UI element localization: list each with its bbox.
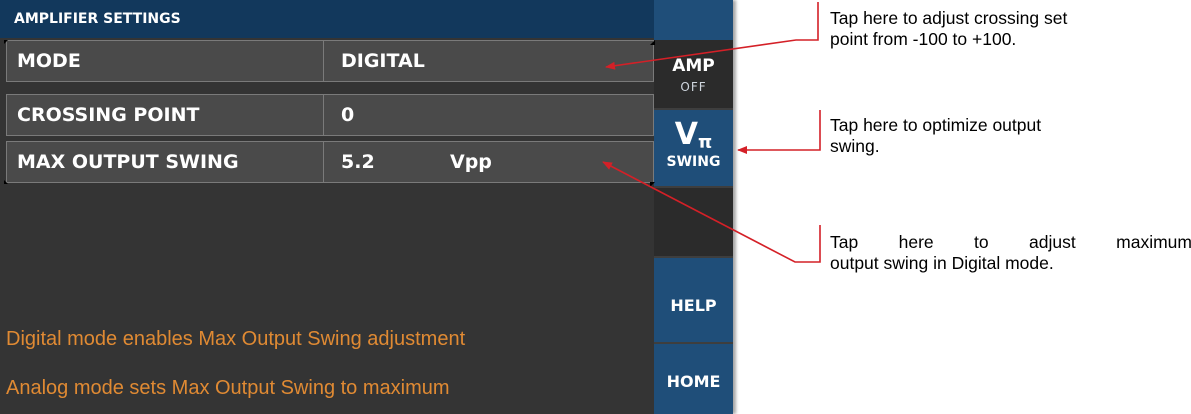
swing-callout-line1: Tap here to optimize output xyxy=(830,115,1042,135)
crossing-callout: Tap here to adjust crossing set point fr… xyxy=(830,8,1067,50)
swing-callout-line2: swing. xyxy=(830,136,880,156)
crossing-callout-line1: Tap here to adjust crossing set xyxy=(830,8,1068,28)
annotation-arrows xyxy=(602,2,821,263)
max-swing-callout: Tap here to adjust maximum output swing … xyxy=(830,232,1191,274)
max-swing-callout-line1: Tap here to adjust maximum xyxy=(830,232,1191,252)
max-swing-callout-line2: output swing in Digital mode. xyxy=(830,253,1054,273)
crossing-callout-line2: point from -100 to +100. xyxy=(830,29,1017,49)
max-swing-callout-arrow-icon xyxy=(602,161,821,263)
crossing-callout-arrow-icon xyxy=(605,2,819,70)
swing-callout-arrow-icon xyxy=(737,110,821,154)
swing-callout: Tap here to optimize output swing. xyxy=(830,115,1041,157)
